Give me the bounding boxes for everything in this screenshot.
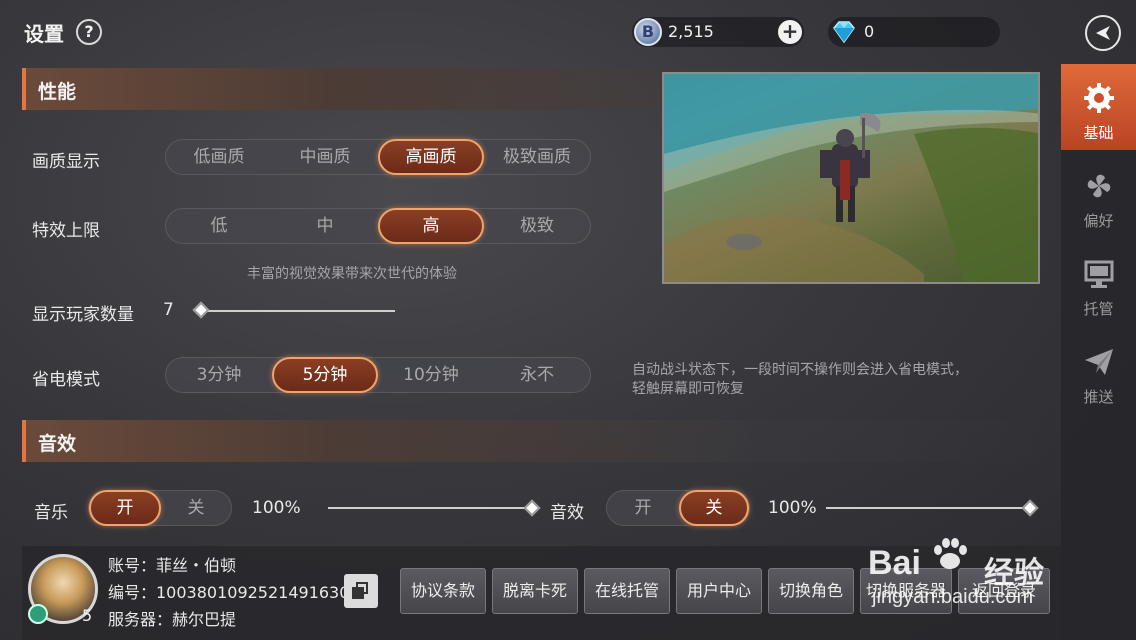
power-option-never[interactable]: 永不	[484, 358, 590, 392]
preview-scene	[664, 74, 1038, 282]
online-hosting-button[interactable]: 在线托管	[584, 568, 670, 614]
quality-option-high[interactable]: 高画质	[378, 139, 484, 175]
quality-preview-image	[662, 72, 1040, 284]
player-level: 5	[82, 606, 93, 625]
add-coin-button[interactable]: +	[778, 20, 802, 44]
back-arrow-icon	[1096, 26, 1110, 40]
top-bar: 设置 ? B 2,515 + 0	[0, 0, 1136, 64]
music-volume-value: 100%	[252, 498, 301, 518]
quality-option-medium[interactable]: 中画质	[272, 140, 378, 174]
effects-hint: 丰富的视觉效果带来次世代的体验	[247, 266, 457, 282]
page-title: 设置	[24, 22, 64, 46]
paper-plane-icon	[1085, 349, 1113, 375]
quality-selector: 低画质 中画质 高画质 极致画质	[165, 139, 591, 175]
sfx-label: 音效	[550, 503, 584, 523]
diamond-counter: 0	[828, 17, 1000, 47]
sfx-volume-slider-handle[interactable]	[1021, 499, 1039, 517]
quality-option-ultra[interactable]: 极致画质	[484, 140, 590, 174]
effects-option-high[interactable]: 高	[378, 208, 484, 244]
music-label: 音乐	[34, 503, 68, 523]
effects-label: 特效上限	[32, 221, 100, 241]
unstuck-button[interactable]: 脱离卡死	[492, 568, 578, 614]
music-volume-slider-track[interactable]	[328, 507, 532, 509]
music-toggle: 开 关	[88, 490, 232, 526]
coin-amount: 2,515	[668, 22, 714, 41]
diamond-icon	[833, 21, 855, 44]
player-count-label: 显示玩家数量	[32, 305, 134, 325]
pinwheel-icon	[1087, 174, 1111, 198]
quality-label: 画质显示	[32, 152, 100, 172]
sfx-on-option[interactable]: 开	[607, 491, 679, 525]
sidebar-item-label: 基础	[1083, 124, 1114, 142]
power-saving-label: 省电模式	[32, 370, 100, 390]
account-name: 账号：菲丝・伯顿	[108, 556, 237, 575]
copy-id-button[interactable]	[344, 574, 378, 608]
help-button[interactable]: ?	[76, 19, 102, 45]
music-volume-slider-handle[interactable]	[523, 499, 541, 517]
sidebar-item-push[interactable]: 推送	[1061, 328, 1136, 414]
effects-selector: 低 中 高 极致	[165, 208, 591, 244]
power-option-3min[interactable]: 3分钟	[166, 358, 272, 392]
power-option-5min[interactable]: 5分钟	[272, 357, 378, 393]
quality-option-low[interactable]: 低画质	[166, 140, 272, 174]
bound-coin-counter: B 2,515 +	[632, 17, 804, 47]
diamond-amount: 0	[864, 22, 875, 41]
power-saving-hint-line1: 自动战斗状态下，一段时间不操作则会进入省电模式，	[632, 362, 968, 378]
effects-option-ultra[interactable]: 极致	[484, 209, 590, 243]
power-saving-selector: 3分钟 5分钟 10分钟 永不	[165, 357, 591, 393]
power-saving-hint-line2: 轻触屏幕即可恢复	[632, 381, 744, 397]
switch-server-button[interactable]: 切换服务器	[860, 568, 952, 614]
sidebar-item-label: 偏好	[1083, 212, 1114, 230]
section-title: 音效	[38, 433, 77, 455]
player-count-value: 7	[163, 300, 174, 320]
section-title: 性能	[38, 81, 77, 103]
terms-button[interactable]: 协议条款	[400, 568, 486, 614]
gear-icon	[1084, 83, 1114, 113]
account-server: 服务器：赫尔巴提	[108, 610, 237, 629]
sfx-toggle: 开 关	[606, 490, 750, 526]
user-center-button[interactable]: 用户中心	[676, 568, 762, 614]
effects-option-medium[interactable]: 中	[272, 209, 378, 243]
account-bar: 5 账号：菲丝・伯顿 编号：1003801092521491630 服务器：赫尔…	[22, 546, 1062, 640]
sound-section-header: 音效	[22, 420, 1062, 462]
sidebar-item-basic[interactable]: 基础	[1061, 64, 1136, 150]
sfx-volume-value: 100%	[768, 498, 817, 518]
settings-sidebar: 基础 偏好 托管 推送	[1061, 64, 1136, 640]
sfx-volume-slider-track[interactable]	[826, 507, 1030, 509]
power-option-10min[interactable]: 10分钟	[378, 358, 484, 392]
coin-icon: B	[634, 18, 662, 46]
sidebar-item-preference[interactable]: 偏好	[1061, 152, 1136, 238]
music-on-option[interactable]: 开	[89, 490, 161, 526]
monitor-icon	[1084, 260, 1114, 288]
sidebar-item-label: 托管	[1083, 300, 1114, 318]
sfx-off-option[interactable]: 关	[679, 490, 749, 526]
return-login-button[interactable]: 返回登录	[958, 568, 1050, 614]
player-count-slider-track[interactable]	[196, 310, 395, 312]
sidebar-item-hosting[interactable]: 托管	[1061, 240, 1136, 326]
class-badge-icon	[28, 604, 48, 624]
back-button[interactable]	[1085, 15, 1121, 51]
effects-option-low[interactable]: 低	[166, 209, 272, 243]
switch-character-button[interactable]: 切换角色	[768, 568, 854, 614]
account-id: 编号：1003801092521491630	[108, 583, 350, 602]
music-off-option[interactable]: 关	[161, 491, 231, 525]
sidebar-item-label: 推送	[1083, 388, 1114, 406]
player-count-slider-handle[interactable]	[192, 301, 210, 319]
